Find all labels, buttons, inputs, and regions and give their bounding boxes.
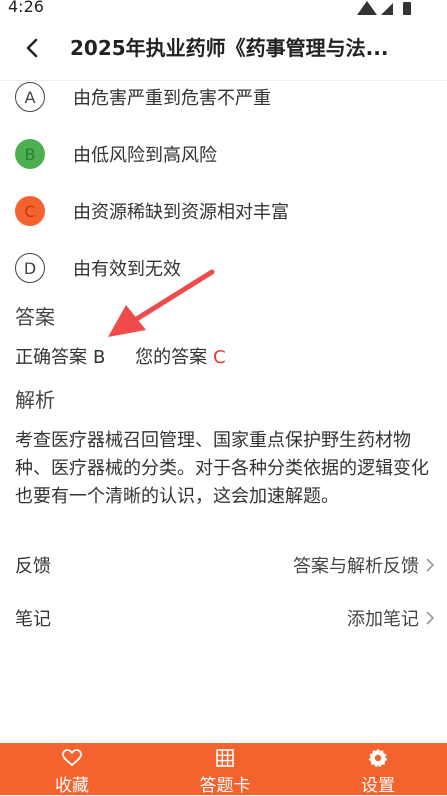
header: 2025年执业药师《药事管理与法...: [0, 18, 447, 81]
your-answer-label: 您的答案: [135, 347, 208, 368]
notes-action-text: 添加笔记: [347, 609, 419, 630]
option-a-text: 由危害严重到危害不严重: [73, 88, 271, 109]
status-time: 4:26: [8, 0, 44, 16]
your-answer-value: C: [213, 347, 226, 368]
settings-button[interactable]: 设置: [328, 743, 428, 796]
chevron-right-icon: [426, 611, 435, 625]
option-c[interactable]: C 由资源稀缺到资源相对丰富: [15, 194, 289, 228]
grid-icon: [216, 749, 234, 767]
annotation-arrow-icon: [108, 269, 215, 337]
notes-action[interactable]: 添加笔记: [347, 605, 435, 631]
chevron-left-icon: [26, 38, 38, 58]
option-a-badge: A: [15, 82, 45, 112]
notes-label: 笔记: [15, 609, 51, 630]
wifi-icon: [357, 1, 377, 15]
favorite-button[interactable]: 收藏: [22, 743, 122, 796]
answer-section-title: 答案: [15, 305, 55, 329]
feedback-row[interactable]: 反馈 答案与解析反馈: [15, 552, 435, 582]
status-bar: 4:26: [0, 0, 447, 18]
option-d-text: 由有效到无效: [73, 259, 181, 280]
option-a[interactable]: A 由危害严重到危害不严重: [15, 80, 271, 114]
notes-row[interactable]: 笔记 添加笔记: [15, 605, 435, 635]
back-button[interactable]: [16, 32, 48, 64]
analysis-text: 考查医疗器械召回管理、国家重点保护野生药材物种、医疗器械的分类。对于各种分类依据…: [15, 430, 429, 507]
correct-answer-value: B: [93, 347, 106, 368]
option-c-badge: C: [15, 196, 45, 226]
page-title: 2025年执业药师《药事管理与法...: [70, 36, 389, 60]
favorite-label: 收藏: [55, 776, 89, 796]
feedback-action-text: 答案与解析反馈: [293, 556, 419, 577]
gear-icon: [368, 748, 388, 768]
battery-icon: [403, 2, 411, 15]
option-b-text: 由低风险到高风险: [73, 145, 217, 166]
settings-label: 设置: [361, 776, 395, 796]
chevron-right-icon: [426, 558, 435, 572]
bottom-bar: 收藏 答题卡 设置: [0, 743, 447, 796]
heart-icon: [62, 749, 82, 767]
signal-wifi-battery-icon: [357, 1, 411, 15]
answer-sheet-label: 答题卡: [199, 776, 251, 796]
option-d[interactable]: D 由有效到无效: [15, 251, 181, 285]
feedback-action[interactable]: 答案与解析反馈: [293, 552, 435, 578]
answer-line: 正确答案 B 您的答案 C: [15, 343, 226, 369]
status-icons: [357, 0, 417, 19]
answer-sheet-button[interactable]: 答题卡: [175, 743, 275, 796]
option-c-text: 由资源稀缺到资源相对丰富: [73, 202, 289, 223]
option-d-badge: D: [15, 253, 45, 283]
option-b-badge: B: [15, 139, 45, 169]
correct-answer-label: 正确答案: [15, 347, 87, 368]
option-b[interactable]: B 由低风险到高风险: [15, 137, 217, 171]
analysis-section-title: 解析: [15, 388, 55, 412]
feedback-label: 反馈: [15, 556, 51, 577]
signal-icon: [381, 3, 393, 15]
